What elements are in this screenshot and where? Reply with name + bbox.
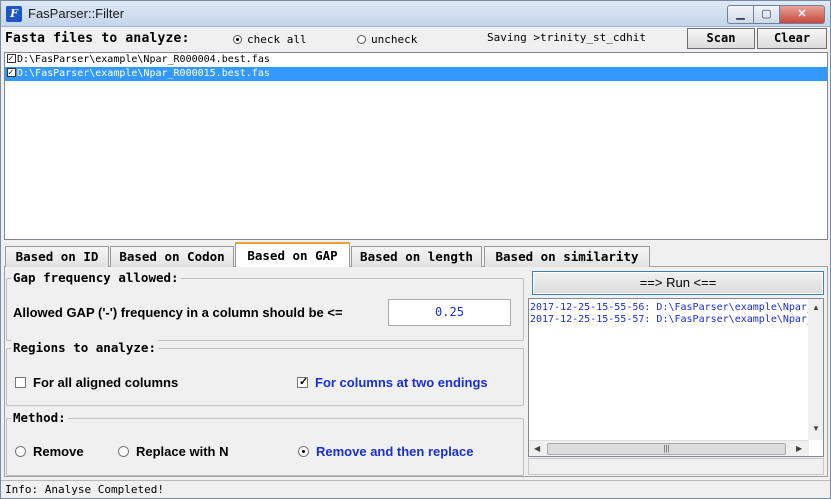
remove-radio[interactable]: Remove xyxy=(15,444,84,459)
file-row[interactable]: D:\FasParser\example\Npar_R000004.best.f… xyxy=(5,52,827,67)
scan-button[interactable]: Scan xyxy=(687,28,755,49)
app-window: F FasParser::Filter ▁ ▢ ✕ Fasta files to… xyxy=(0,0,831,499)
regions-group-title: Regions to analyze: xyxy=(11,340,158,355)
tab-based-on-length[interactable]: Based on length xyxy=(351,246,482,267)
minimize-button[interactable]: ▁ xyxy=(727,5,754,24)
run-button[interactable]: ==> Run <== xyxy=(532,271,824,295)
status-bar: Info: Analyse Completed! xyxy=(1,480,830,498)
method-group-title: Method: xyxy=(11,410,68,425)
file-path: D:\FasParser\example\Npar_R000015.best.f… xyxy=(17,68,270,79)
gap-frequency-input[interactable]: 0.25 xyxy=(388,299,511,326)
scroll-right-icon[interactable]: ▶ xyxy=(796,444,802,453)
gap-frequency-label: Allowed GAP ('-') frequency in a column … xyxy=(13,305,343,320)
tab-based-on-id[interactable]: Based on ID xyxy=(5,246,109,267)
all-columns-label: For all aligned columns xyxy=(33,375,179,390)
remove-replace-radio[interactable]: Remove and then replace xyxy=(298,444,474,459)
file-checkbox[interactable] xyxy=(7,66,16,80)
scrollbar-thumb[interactable]: ||| xyxy=(547,443,786,455)
remove-replace-label: Remove and then replace xyxy=(316,444,474,459)
replace-radio[interactable]: Replace with N xyxy=(118,444,228,459)
title-bar: F FasParser::Filter ▁ ▢ ✕ xyxy=(1,1,830,27)
radio-selected-icon xyxy=(298,446,309,457)
log-horizontal-scrollbar[interactable]: ◀ ||| ▶ xyxy=(529,440,809,456)
checkbox-unchecked-icon xyxy=(15,377,26,388)
scroll-left-icon[interactable]: ◀ xyxy=(534,444,540,453)
replace-label: Replace with N xyxy=(136,444,229,459)
log-vertical-scrollbar[interactable]: ▲ ▼ xyxy=(808,299,823,440)
remove-label: Remove xyxy=(33,444,84,459)
scroll-up-icon[interactable]: ▲ xyxy=(812,303,820,312)
gap-group-title: Gap frequency allowed: xyxy=(11,270,181,285)
tab-based-on-gap[interactable]: Based on GAP xyxy=(235,242,350,267)
maximize-button[interactable]: ▢ xyxy=(754,5,780,24)
file-path: D:\FasParser\example\Npar_R000004.best.f… xyxy=(17,54,270,65)
radio-unselected-icon xyxy=(357,35,366,44)
tab-based-on-codon[interactable]: Based on Codon xyxy=(110,246,234,267)
radio-selected-icon xyxy=(233,35,242,44)
file-row-selected[interactable]: D:\FasParser\example\Npar_R000015.best.f… xyxy=(5,66,827,81)
two-endings-label: For columns at two endings xyxy=(315,375,488,390)
app-logo-icon: F xyxy=(6,6,22,22)
log-footer xyxy=(528,458,824,475)
log-line: 2017-12-25-15-55-57: D:\FasParser\exampl… xyxy=(530,314,823,325)
file-checkbox[interactable] xyxy=(7,52,16,66)
radio-unselected-icon xyxy=(118,446,129,457)
uncheck-label: uncheck xyxy=(371,33,418,46)
check-all-radio[interactable]: check all xyxy=(233,33,307,46)
window-title: FasParser::Filter xyxy=(28,6,125,21)
all-columns-checkbox[interactable]: For all aligned columns xyxy=(15,375,178,390)
two-endings-checkbox[interactable]: For columns at two endings xyxy=(297,375,488,390)
saving-path: Saving >trinity_st_cdhit xyxy=(487,31,646,44)
radio-unselected-icon xyxy=(15,446,26,457)
uncheck-radio[interactable]: uncheck xyxy=(357,33,417,46)
fasta-files-label: Fasta files to analyze: xyxy=(5,31,190,46)
close-button[interactable]: ✕ xyxy=(780,5,825,24)
tab-based-on-similarity[interactable]: Based on similarity xyxy=(484,246,650,267)
checkbox-checked-icon xyxy=(297,375,308,388)
clear-button[interactable]: Clear xyxy=(757,28,827,49)
check-all-label: check all xyxy=(247,33,307,46)
log-output[interactable]: 2017-12-25-15-55-56: D:\FasParser\exampl… xyxy=(528,298,824,457)
scroll-down-icon[interactable]: ▼ xyxy=(812,424,820,433)
log-line: 2017-12-25-15-55-56: D:\FasParser\exampl… xyxy=(530,302,823,313)
fasta-file-list[interactable]: D:\FasParser\example\Npar_R000004.best.f… xyxy=(4,52,828,240)
